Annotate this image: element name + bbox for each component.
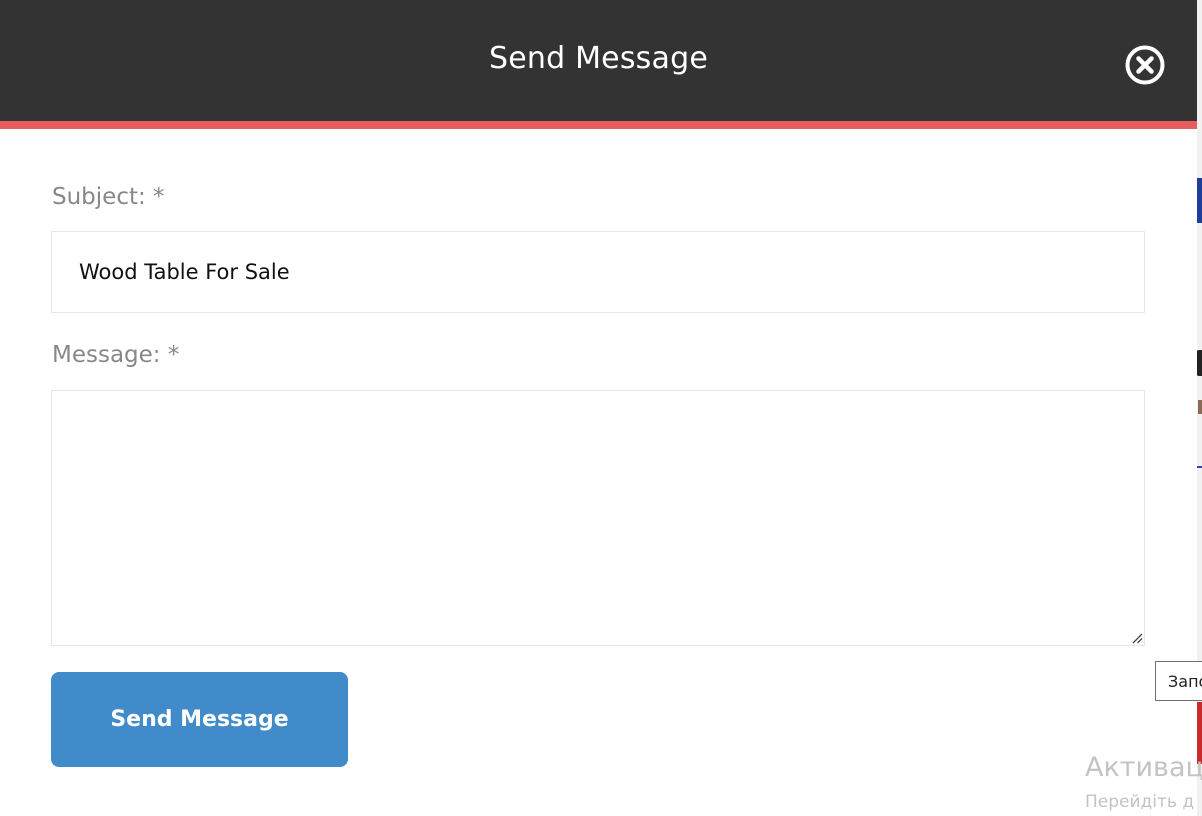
send-message-button[interactable]: Send Message xyxy=(51,672,348,767)
background-text xyxy=(1198,400,1202,414)
background-banner xyxy=(1197,178,1202,223)
activation-watermark-subtitle: Перейдіть д xyxy=(1085,792,1195,812)
send-message-modal: Send Message Subject: * Message: * Send … xyxy=(0,0,1197,816)
tooltip: Запо xyxy=(1155,661,1202,701)
modal-title: Send Message xyxy=(489,41,708,76)
screen: Send Message Subject: * Message: * Send … xyxy=(0,0,1202,816)
message-field-wrapper xyxy=(51,390,1145,646)
message-label: Message: * xyxy=(52,342,180,368)
background-link xyxy=(1197,448,1202,468)
resize-handle-icon[interactable] xyxy=(1131,632,1143,644)
subject-field-wrapper xyxy=(51,231,1145,313)
subject-label: Subject: * xyxy=(52,184,165,210)
activation-watermark-title: Активац xyxy=(1085,752,1202,783)
subject-input[interactable] xyxy=(52,232,1144,312)
close-circle-icon[interactable] xyxy=(1124,44,1166,86)
message-textarea[interactable] xyxy=(52,391,1144,645)
modal-header: Send Message xyxy=(0,0,1197,129)
